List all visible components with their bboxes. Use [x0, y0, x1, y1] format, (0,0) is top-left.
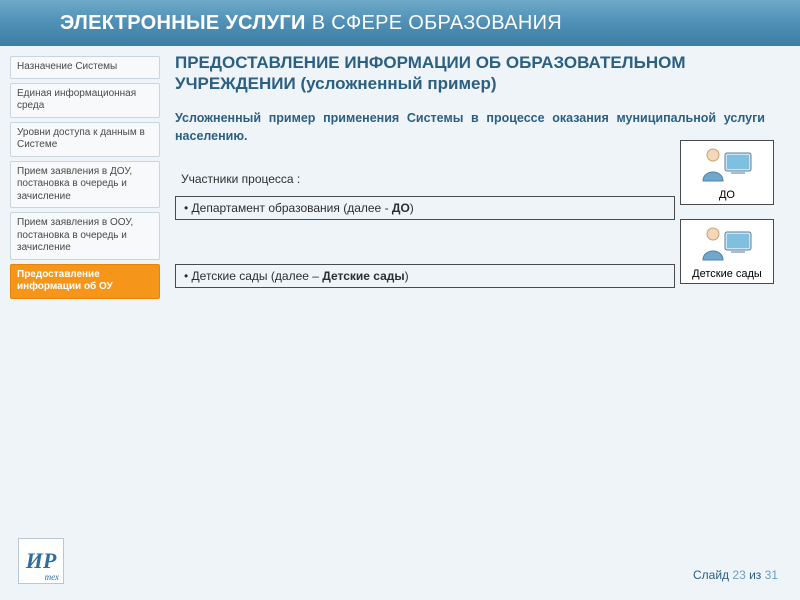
footer-current: 23 — [732, 568, 745, 582]
actor-card-kindergarten: Детские сады — [680, 219, 774, 284]
row1-suffix: ) — [410, 201, 414, 215]
row2-suffix: ) — [405, 269, 409, 283]
actor1-label: ДО — [719, 189, 735, 201]
person-monitor-icon — [697, 143, 757, 187]
footer-word: Слайд — [693, 568, 732, 582]
logo-text: ИР — [26, 552, 57, 570]
sidebar-item-0[interactable]: Назначение Системы — [10, 56, 160, 79]
header-title-bold: ЭЛЕКТРОННЫЕ УСЛУГИ — [60, 12, 306, 35]
sidebar: Назначение Системы Единая информационная… — [10, 56, 160, 303]
logo-sub: тех — [45, 574, 59, 581]
content: ПРЕДОСТАВЛЕНИЕ ИНФОРМАЦИИ ОБ ОБРАЗОВАТЕЛ… — [175, 52, 780, 332]
sidebar-item-4[interactable]: Прием заявления в ООУ, постановка в очер… — [10, 212, 160, 260]
person-monitor-icon — [697, 222, 757, 266]
sidebar-item-3[interactable]: Прием заявления в ДОУ, постановка в очер… — [10, 161, 160, 209]
header-title-light: В СФЕРЕ ОБРАЗОВАНИЯ — [312, 12, 562, 35]
sidebar-item-2[interactable]: Уровни доступа к данным в Системе — [10, 122, 160, 157]
slide-title: ПРЕДОСТАВЛЕНИЕ ИНФОРМАЦИИ ОБ ОБРАЗОВАТЕЛ… — [175, 52, 780, 95]
row1-prefix: • Департамент образования (далее - — [184, 201, 392, 215]
logo: ИР тех — [18, 538, 64, 584]
row2-bold: Детские сады — [322, 269, 404, 283]
participant-row-2: • Детские сады (далее – Детские сады) — [175, 264, 675, 288]
header: ЭЛЕКТРОННЫЕ УСЛУГИ В СФЕРЕ ОБРАЗОВАНИЯ — [0, 0, 800, 46]
intro-text: Усложненный пример применения Системы в … — [175, 109, 765, 147]
footer-sep: из — [746, 568, 765, 582]
row1-bold: ДО — [392, 201, 410, 215]
sidebar-item-1[interactable]: Единая информационная среда — [10, 83, 160, 118]
row2-prefix: • Детские сады (далее – — [184, 269, 322, 283]
participant-row-1: • Департамент образования (далее - ДО) — [175, 196, 675, 220]
actor-card-do: ДО — [680, 140, 774, 205]
footer-total: 31 — [765, 568, 778, 582]
actor2-label: Детские сады — [692, 268, 762, 280]
slide-counter: Слайд 23 из 31 — [693, 568, 778, 582]
sidebar-item-5[interactable]: Предоставление информации об ОУ — [10, 264, 160, 299]
